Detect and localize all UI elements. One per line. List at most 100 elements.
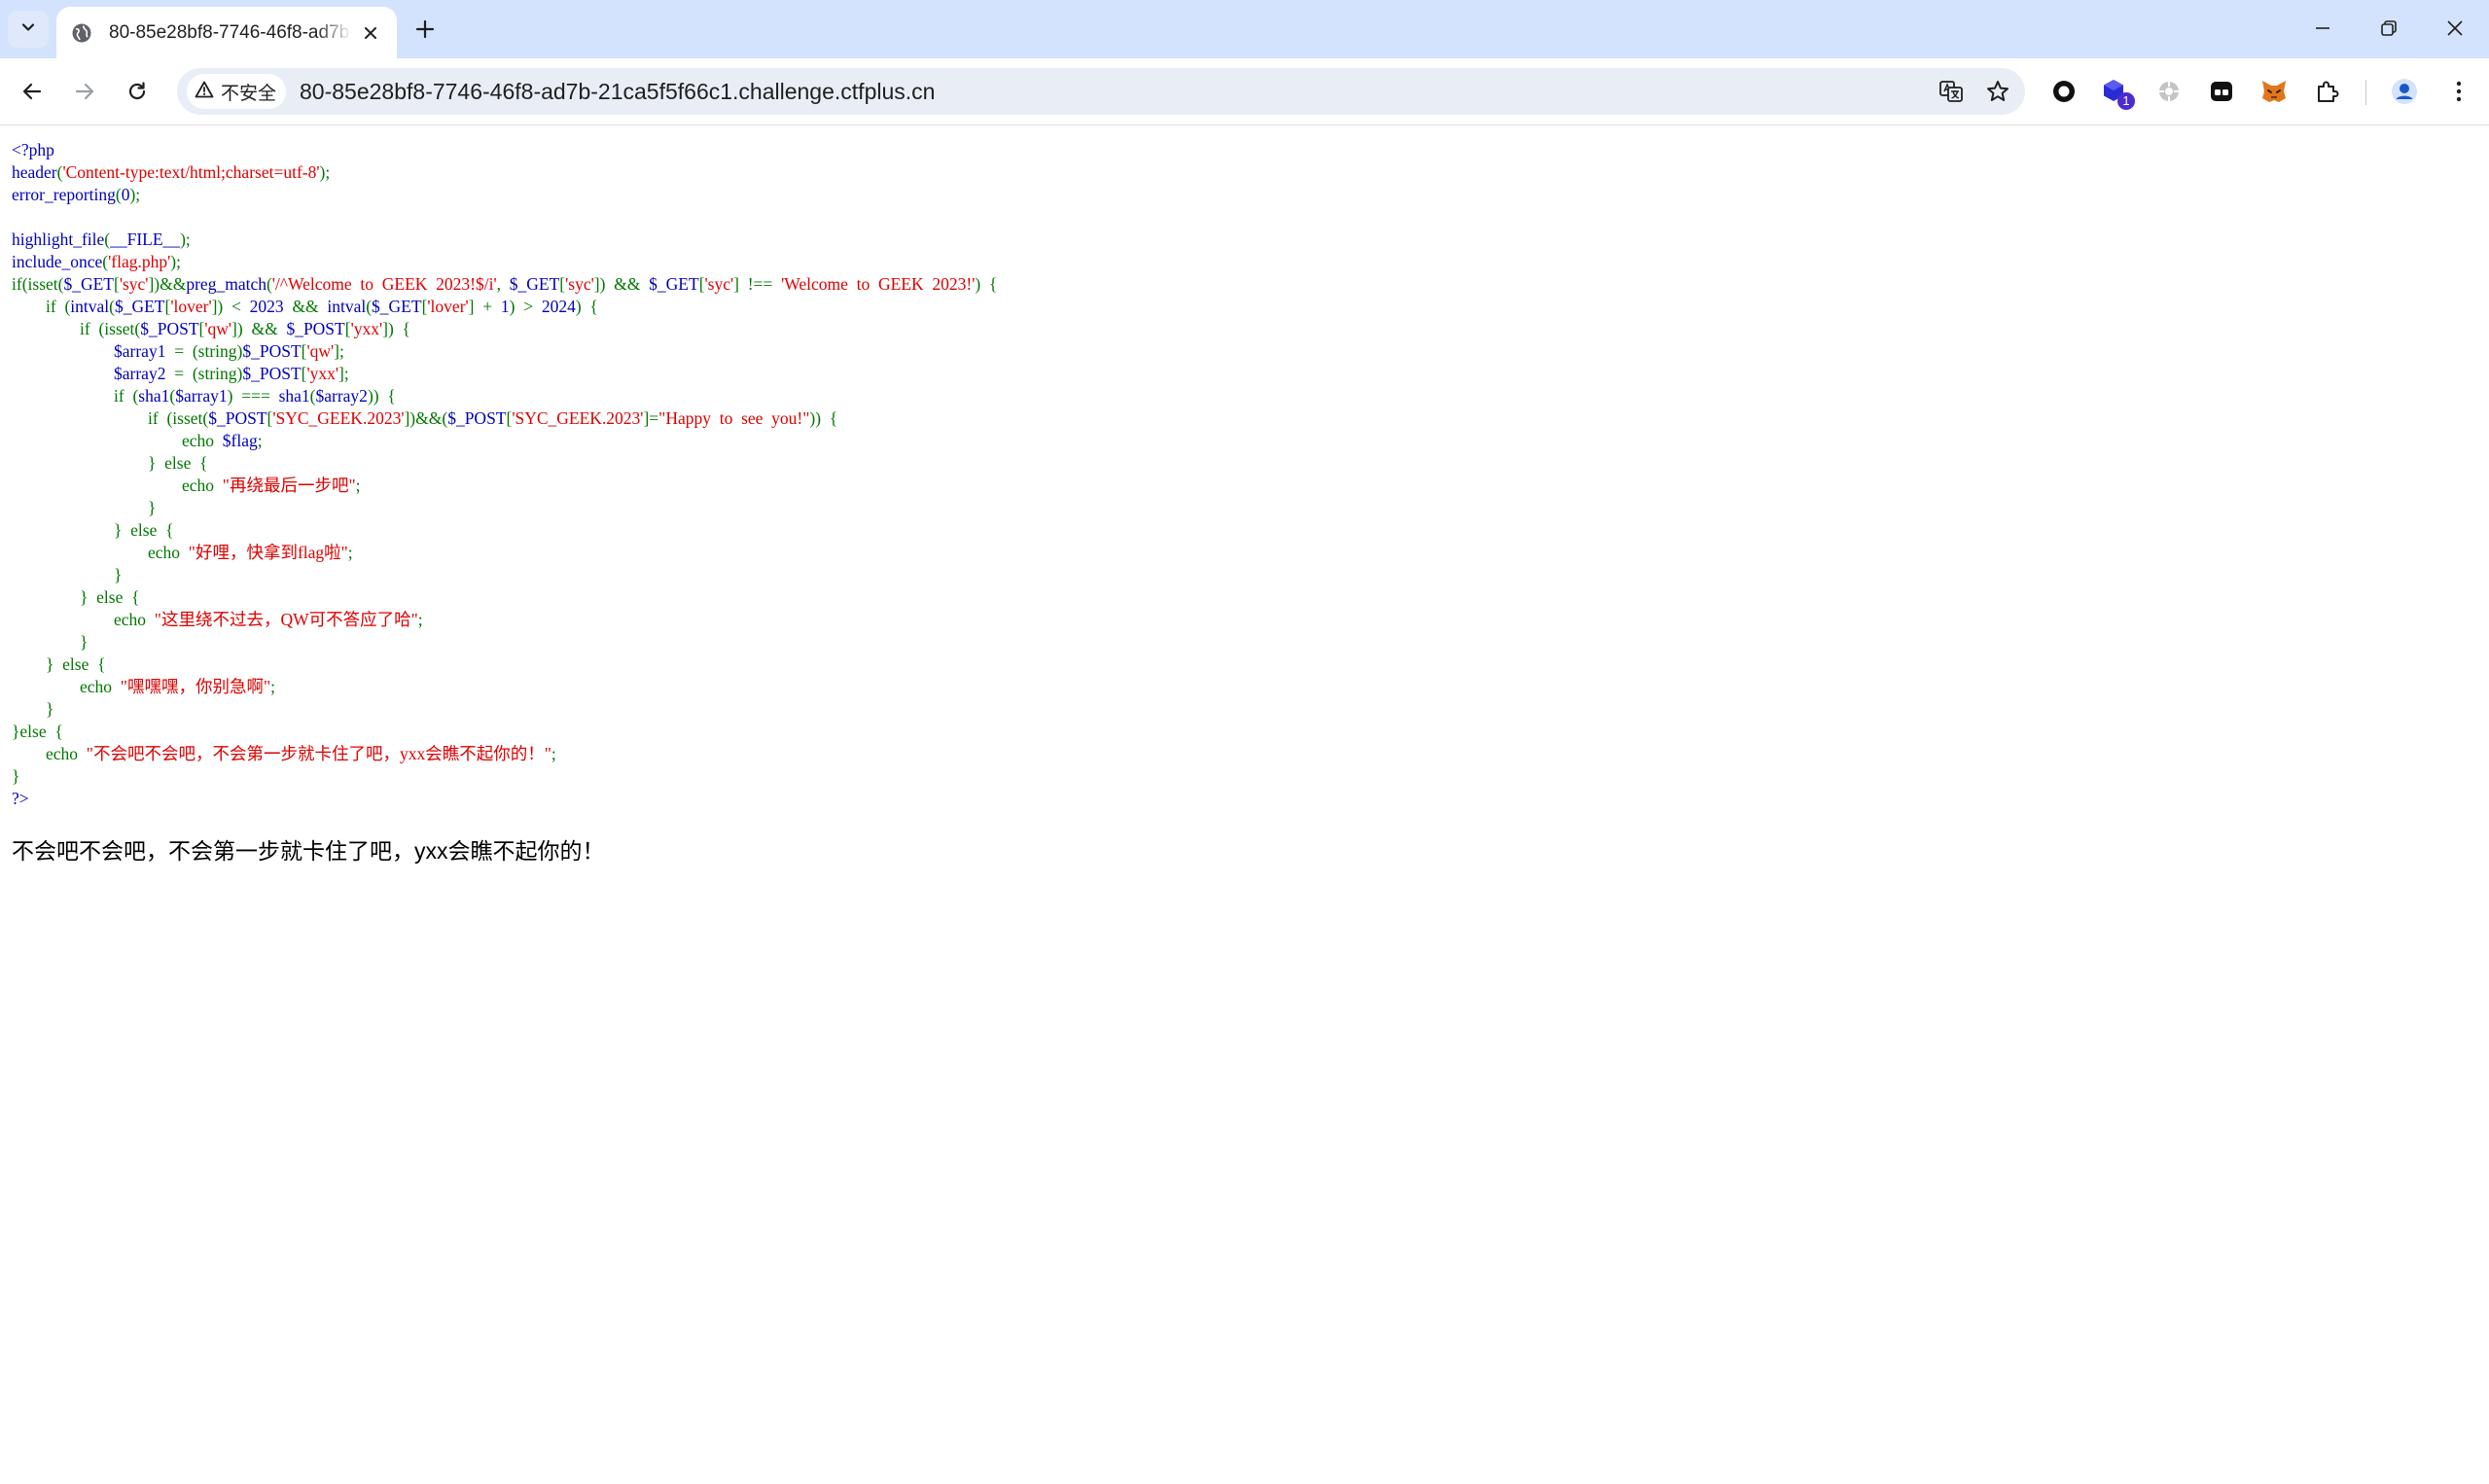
source-token: ]) { [382, 319, 410, 338]
source-token: 'yxx' [350, 319, 383, 338]
source-token: $_GET [649, 274, 699, 294]
source-token: $array1 [12, 341, 175, 361]
source-token: 'syc' [119, 274, 149, 294]
php-source-code: <?php header('Content-type:text/html;char… [12, 139, 997, 810]
ring-extension-icon[interactable] [2044, 71, 2084, 112]
chevron-down-icon [19, 18, 37, 41]
restore-icon [2381, 20, 2397, 36]
source-token: = (string) [174, 364, 243, 383]
source-line: ?> [12, 788, 997, 810]
gray-flower-extension-icon[interactable] [2149, 71, 2189, 112]
source-token: } [12, 498, 157, 517]
source-token: } else { [12, 520, 174, 540]
warning-icon [195, 80, 214, 104]
source-line: } else { [12, 654, 997, 676]
source-token: if ( [12, 297, 71, 316]
arrow-right-icon [75, 83, 94, 100]
source-token: )) { [809, 408, 838, 428]
source-token: 'SYC_GEEK.2023' [272, 408, 405, 428]
source-token: 'Content-type:text/html;charset=utf-8' [62, 162, 320, 182]
close-window-button[interactable] [2422, 0, 2488, 56]
source-token: '/^Welcome to GEEK 2023!$/i' [271, 274, 497, 294]
source-token: $flag [222, 431, 258, 450]
puzzle-icon[interactable] [2306, 71, 2347, 112]
source-token: $_GET [509, 274, 560, 294]
source-token: ])&& [148, 274, 187, 294]
source-line: $array2 = (string)$_POST['yxx']; [12, 363, 997, 385]
source-line: echo "不会吧不会吧，不会第一步就卡住了吧，yxx会瞧不起你的！"; [12, 743, 997, 765]
source-line: if(isset($_GET['syc'])&&preg_match('/^We… [12, 273, 997, 296]
box-extension-icon[interactable] [2201, 71, 2242, 112]
source-token: 'flag.php' [108, 252, 171, 271]
bookmark-star-icon[interactable] [1981, 75, 2014, 108]
source-token: header [12, 162, 57, 182]
source-token: , [496, 274, 510, 294]
source-token: ; [355, 476, 361, 495]
source-token: ; [417, 610, 423, 629]
source-token: if (isset( [12, 408, 209, 428]
source-token: "嘿嘿嘿，你别急啊" [120, 677, 271, 696]
minimize-icon [2316, 27, 2329, 29]
translate-icon[interactable] [1935, 75, 1968, 108]
source-token: $_GET [114, 297, 165, 316]
hexagon-extension-icon[interactable]: 1 [2095, 71, 2136, 112]
source-token: } [12, 699, 54, 719]
menu-kebab-icon[interactable] [2438, 71, 2479, 112]
source-token: 2024 [541, 297, 576, 316]
source-token: if(isset( [12, 274, 64, 294]
source-token: && [283, 297, 328, 316]
tab-close-button[interactable] [358, 20, 383, 46]
source-line [12, 206, 997, 229]
source-token: if ( [12, 386, 139, 406]
reload-button[interactable] [117, 71, 158, 112]
url-text[interactable]: 80-85e28bf8-7746-46f8-ad7b-21ca5f5f66c1.… [300, 79, 935, 105]
source-token: 'syc' [704, 274, 734, 294]
source-token: } else { [12, 453, 208, 473]
restore-button[interactable] [2356, 0, 2422, 56]
source-token: ]; [338, 364, 349, 383]
back-button[interactable] [12, 71, 53, 112]
new-tab-button[interactable] [406, 11, 444, 48]
forward-button[interactable] [64, 71, 105, 112]
source-token: ; [551, 744, 556, 763]
active-tab[interactable]: 80-85e28bf8-7746-46f8-ad7b-21ca5f5f66c1.… [56, 7, 397, 58]
fox-extension-icon[interactable] [2254, 71, 2294, 112]
source-token: $_POST [286, 319, 345, 338]
source-line: } [12, 564, 997, 586]
source-token: $_GET [372, 297, 422, 316]
source-line: include_once('flag.php'); [12, 251, 997, 273]
tab-search-button[interactable] [8, 11, 49, 48]
source-line: }else { [12, 721, 997, 743]
source-token: <?php [12, 140, 54, 159]
source-token: 'qw' [204, 319, 232, 338]
source-line: echo "嘿嘿嘿，你别急啊"; [12, 676, 997, 698]
address-bar[interactable]: 不安全 80-85e28bf8-7746-46f8-ad7b-21ca5f5f6… [177, 68, 2025, 115]
source-token: } else { [12, 587, 140, 607]
source-token: ); [319, 162, 331, 182]
source-line: echo "好哩，快拿到flag啦"; [12, 542, 997, 564]
source-token: "Happy to see you!" [658, 408, 810, 428]
source-line: if (isset($_POST['SYC_GEEK.2023'])&&($_P… [12, 407, 997, 430]
tab-strip: 80-85e28bf8-7746-46f8-ad7b-21ca5f5f66c1.… [0, 0, 2489, 58]
source-line: } [12, 497, 997, 519]
source-token: )) { [367, 386, 396, 406]
source-line: if (sha1($array1) === sha1($array2)) { [12, 385, 997, 407]
source-token: intval [327, 297, 367, 316]
source-token: 'syc' [565, 274, 594, 294]
tab-title: 80-85e28bf8-7746-46f8-ad7b-21ca5f5f66c1.… [109, 21, 352, 43]
profile-avatar[interactable] [2384, 71, 2425, 112]
source-token: sha1 [278, 386, 310, 406]
source-token: echo [12, 744, 87, 763]
minimize-button[interactable] [2290, 0, 2356, 56]
source-token: ); [129, 185, 141, 204]
reload-icon [128, 82, 146, 100]
source-token: "这里绕不过去，QW可不答应了哈" [154, 610, 418, 629]
source-token: include_once [12, 252, 103, 271]
source-token: intval [70, 297, 110, 316]
security-chip[interactable]: 不安全 [187, 74, 287, 109]
security-label: 不安全 [221, 83, 277, 104]
source-token: "不会吧不会吧，不会第一步就卡住了吧，yxx会瞧不起你的！" [86, 744, 551, 763]
source-token: } [12, 565, 123, 584]
source-line: } else { [12, 452, 997, 475]
source-token: echo [12, 543, 189, 562]
